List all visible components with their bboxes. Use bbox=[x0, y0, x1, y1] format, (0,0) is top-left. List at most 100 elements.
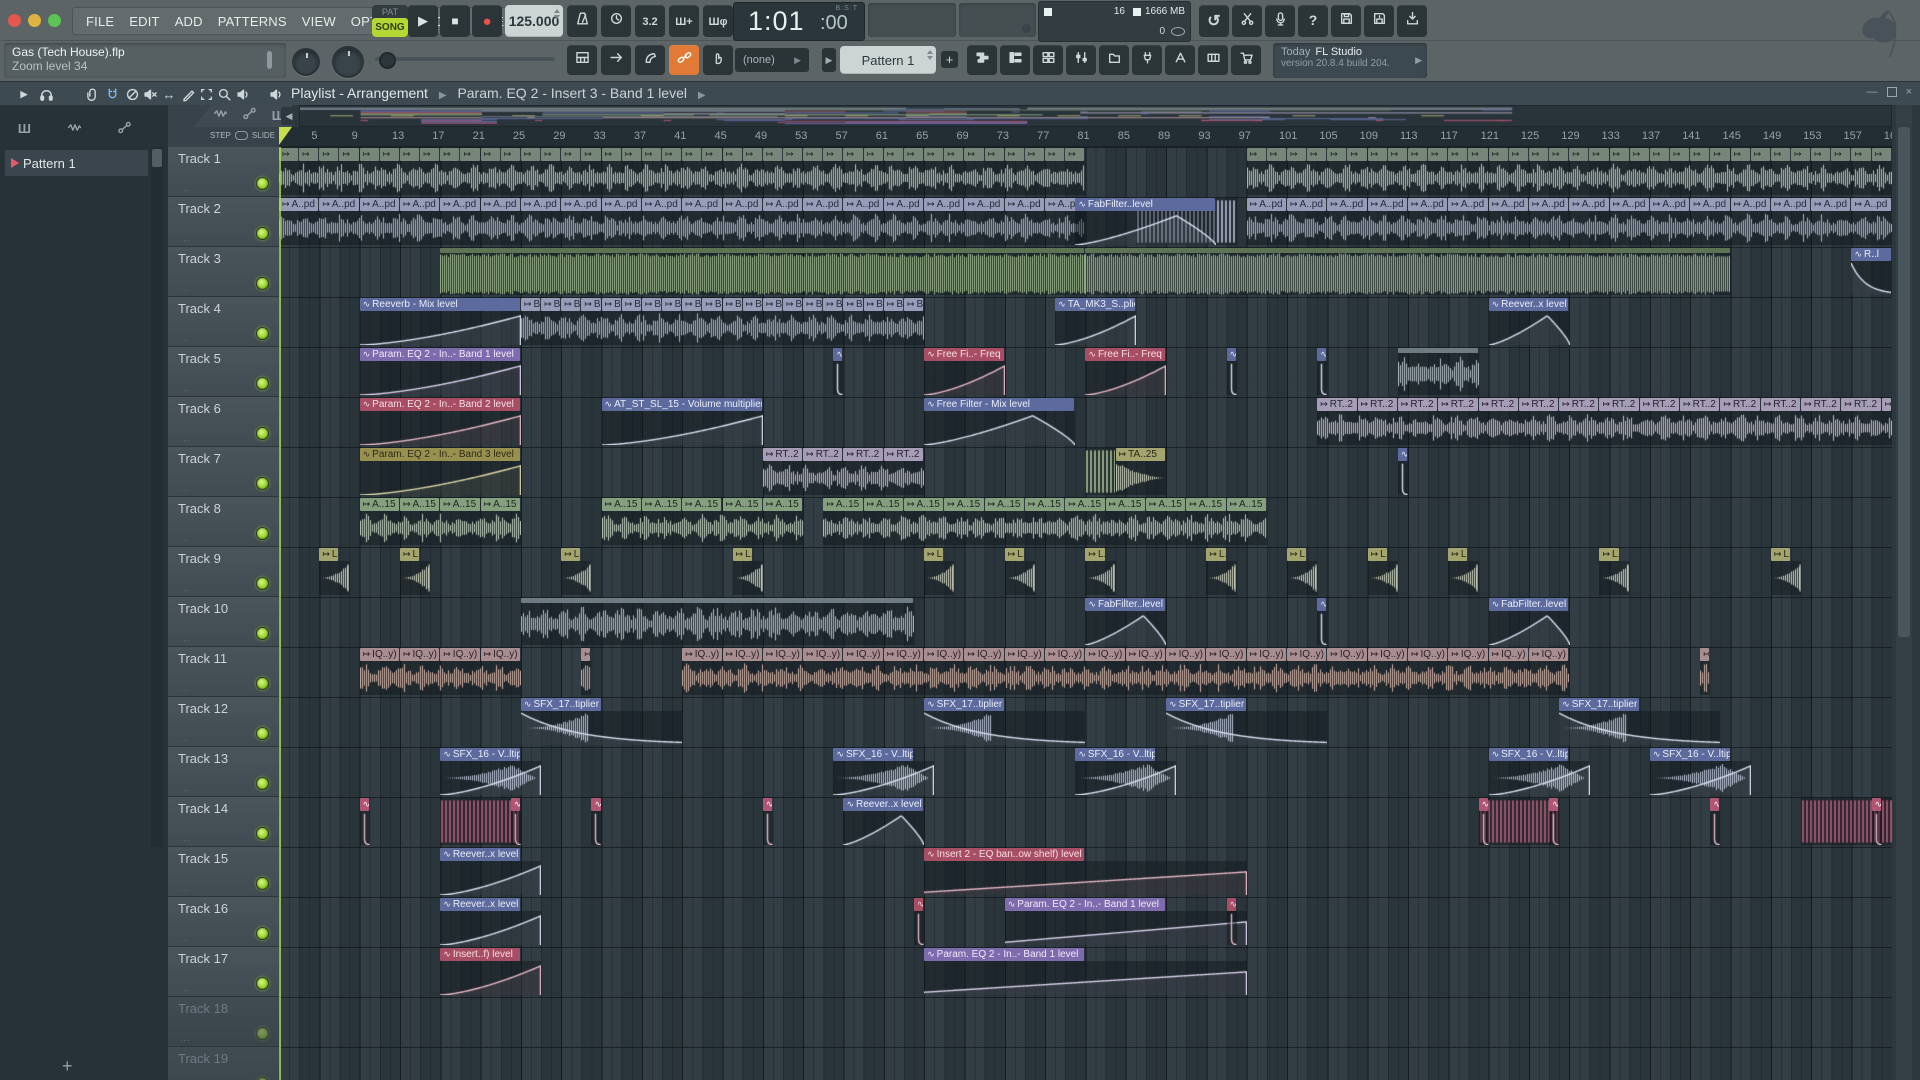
audio-clip[interactable] bbox=[520, 598, 915, 646]
track-header-15[interactable]: Track 15 ... bbox=[168, 847, 279, 897]
clip-header[interactable]: ↦ IQ..y) bbox=[924, 648, 964, 661]
clip-header[interactable]: ∿ bbox=[1226, 348, 1236, 361]
clip-header[interactable]: ↦ bbox=[500, 148, 520, 161]
track-header-16[interactable]: Track 16 ... bbox=[168, 897, 279, 947]
clip-header[interactable]: ↦ bbox=[682, 148, 702, 161]
track-header-7[interactable]: Track 7 ... bbox=[168, 447, 279, 497]
track-header-6[interactable]: Track 6 ... bbox=[168, 397, 279, 447]
clip-header[interactable]: ↦RT..2 bbox=[1841, 398, 1881, 411]
track-name[interactable]: Track 6 bbox=[178, 401, 221, 416]
clip-header[interactable]: ↦ bbox=[742, 148, 762, 161]
clip-header[interactable]: ↦ bbox=[621, 148, 641, 161]
track-options[interactable]: ... bbox=[180, 883, 191, 893]
clip-header[interactable]: ↦ bbox=[440, 148, 460, 161]
track-options[interactable]: ... bbox=[180, 833, 191, 843]
audio-clip-be-s[interactable]: ↦BE..S↦BE..S↦BE..S↦BE..S↦BE..S↦BE..S↦BE.… bbox=[520, 298, 925, 346]
clip-header[interactable]: ↦L..09 bbox=[1287, 548, 1307, 561]
clip-header[interactable]: ↦ bbox=[823, 148, 843, 161]
clip-header[interactable]: ↦ bbox=[783, 148, 803, 161]
clip-header[interactable]: ↦ bbox=[1488, 148, 1508, 161]
track-name[interactable]: Track 16 bbox=[178, 901, 228, 916]
clip-header[interactable]: ↦ IQ..y) bbox=[1045, 648, 1085, 661]
clip-header[interactable]: ↦ bbox=[561, 148, 581, 161]
stop-button[interactable]: ■ bbox=[440, 5, 470, 37]
audio-clip-a-15[interactable]: ↦ A..15 ↦ A..15 ↦ A..15 ↦ A..15 ↦ A..15 ↦ A..15 ↦ A..… bbox=[823, 498, 1268, 546]
automation-clip[interactable]: ∿ bbox=[1226, 348, 1237, 396]
clip-header[interactable]: ↦ IQ..y) bbox=[1367, 648, 1407, 661]
clip-header[interactable]: ∿ Param. EQ 2 - In..- Band 3 level bbox=[359, 448, 520, 461]
clip-header[interactable]: ↦ bbox=[1549, 148, 1569, 161]
clip-header[interactable]: ↦ A..15 bbox=[440, 498, 480, 511]
clip-header[interactable]: ↦ bbox=[1428, 148, 1448, 161]
clip-header[interactable]: ↦ IQ..y) bbox=[440, 648, 480, 661]
track-options[interactable]: ... bbox=[180, 733, 191, 743]
piano-roll-button[interactable] bbox=[1000, 45, 1030, 75]
clip-header[interactable]: ∿ Reever..x level bbox=[1488, 298, 1569, 311]
track-header-17[interactable]: Track 17 ... bbox=[168, 947, 279, 997]
track-header-5[interactable]: Track 5 ... bbox=[168, 347, 279, 397]
clip-header[interactable]: ↦BE..S bbox=[863, 298, 883, 311]
clip-header[interactable]: ↦BE..S bbox=[581, 298, 601, 311]
track-options[interactable]: ... bbox=[180, 533, 191, 543]
track-enable-led[interactable] bbox=[256, 377, 269, 390]
clip-header[interactable]: ↦ bbox=[1307, 148, 1327, 161]
slide-icon[interactable]: ↔ bbox=[161, 86, 177, 102]
link-controller-button[interactable] bbox=[669, 45, 699, 75]
clip-header[interactable]: ↦ A..15 bbox=[480, 498, 520, 511]
audio-clip[interactable]: ↦ bbox=[581, 648, 592, 696]
clip-header[interactable]: ↦ A..pd bbox=[1609, 198, 1649, 211]
track-enable-led[interactable] bbox=[256, 327, 269, 340]
clip-header[interactable]: ↦ A..pd bbox=[1286, 198, 1327, 211]
clip-header[interactable]: ↦ IQ..y) bbox=[359, 648, 399, 661]
clip-header[interactable]: ↦RT..2 bbox=[1518, 398, 1559, 411]
clip-header[interactable]: ↦ A..15 bbox=[1186, 498, 1226, 511]
clip-header[interactable]: ↦ bbox=[1811, 148, 1831, 161]
track-name[interactable]: Track 2 bbox=[178, 201, 221, 216]
clip-header[interactable]: ∿ SFX_17..tiplier bbox=[1559, 698, 1639, 711]
clip-header[interactable]: ↦BE..S bbox=[742, 298, 762, 311]
clip-header[interactable]: ↦ bbox=[420, 148, 440, 161]
clip-header[interactable]: ∿ Insert..f) level bbox=[440, 948, 520, 961]
audio-clip[interactable] bbox=[1397, 348, 1479, 396]
clip-header[interactable]: ↦ bbox=[964, 148, 984, 161]
audio-clip-l-09[interactable]: ↦L..09 bbox=[924, 548, 955, 596]
track-enable-led[interactable] bbox=[256, 927, 269, 940]
track-options[interactable]: ... bbox=[180, 583, 191, 593]
automation-clip-param-eq-2-in-band-2-level[interactable]: ∿ Param. EQ 2 - In..- Band 2 level bbox=[359, 398, 521, 446]
vscroll-thumb[interactable] bbox=[1898, 127, 1910, 637]
clip-header[interactable]: ↦ A..15 bbox=[641, 498, 682, 511]
clip-header[interactable]: ↦BE..S bbox=[682, 298, 702, 311]
clip-source-tabs[interactable]: Ш bbox=[194, 105, 292, 127]
clip-header[interactable]: ↦BE..S bbox=[782, 298, 803, 311]
audio-clip[interactable] bbox=[1085, 448, 1116, 496]
clip-header[interactable]: ∿ bbox=[1317, 598, 1327, 611]
audio-clip-l-09[interactable]: ↦L..09 bbox=[1085, 548, 1116, 596]
clip-header[interactable]: ↦ bbox=[601, 148, 621, 161]
track-header-14[interactable]: Track 14 ... bbox=[168, 797, 279, 847]
clip-header[interactable]: ↦ A..15 bbox=[682, 498, 722, 511]
track-enable-led[interactable] bbox=[256, 877, 269, 890]
picker-scrollbar[interactable] bbox=[151, 147, 163, 847]
channel-rack-button[interactable] bbox=[1033, 45, 1063, 75]
clip-header[interactable]: ↦ A..15 bbox=[1226, 498, 1266, 511]
clip-header[interactable]: ↦ A..pd bbox=[1528, 198, 1569, 211]
clip-header[interactable]: ↦ bbox=[903, 148, 924, 161]
clip-header[interactable]: ↦ bbox=[1700, 648, 1710, 661]
automation-clip-param-eq-2-in-band-3-level[interactable]: ∿ Param. EQ 2 - In..- Band 3 level bbox=[359, 448, 521, 496]
track-options[interactable]: ... bbox=[180, 233, 191, 243]
clip-header[interactable]: ↦ A..pd bbox=[843, 198, 883, 211]
clip-header[interactable]: ↦ bbox=[762, 148, 782, 161]
undo-button[interactable]: ↺ bbox=[1199, 5, 1229, 37]
clip-header[interactable]: ↦ IQ..y) bbox=[883, 648, 924, 661]
clip-header[interactable]: ∿ Param. EQ 2 - In..- Band 1 level bbox=[359, 348, 520, 361]
track-enable-led[interactable] bbox=[256, 727, 269, 740]
clip-header[interactable]: ↦ bbox=[1508, 148, 1528, 161]
track-header-3[interactable]: Track 3 ... bbox=[168, 247, 279, 297]
clip-header[interactable]: ↦L..09 bbox=[319, 548, 339, 561]
clip-header[interactable]: ↦ A..pd bbox=[883, 198, 924, 211]
record-button[interactable]: ● bbox=[472, 5, 502, 37]
automation-clip[interactable]: ∿ bbox=[591, 798, 602, 846]
audio-clip-l-09[interactable]: ↦L..09 bbox=[1448, 548, 1479, 596]
playlist-overview-scrollbar[interactable] bbox=[299, 105, 1892, 127]
track-name[interactable]: Track 3 bbox=[178, 251, 221, 266]
